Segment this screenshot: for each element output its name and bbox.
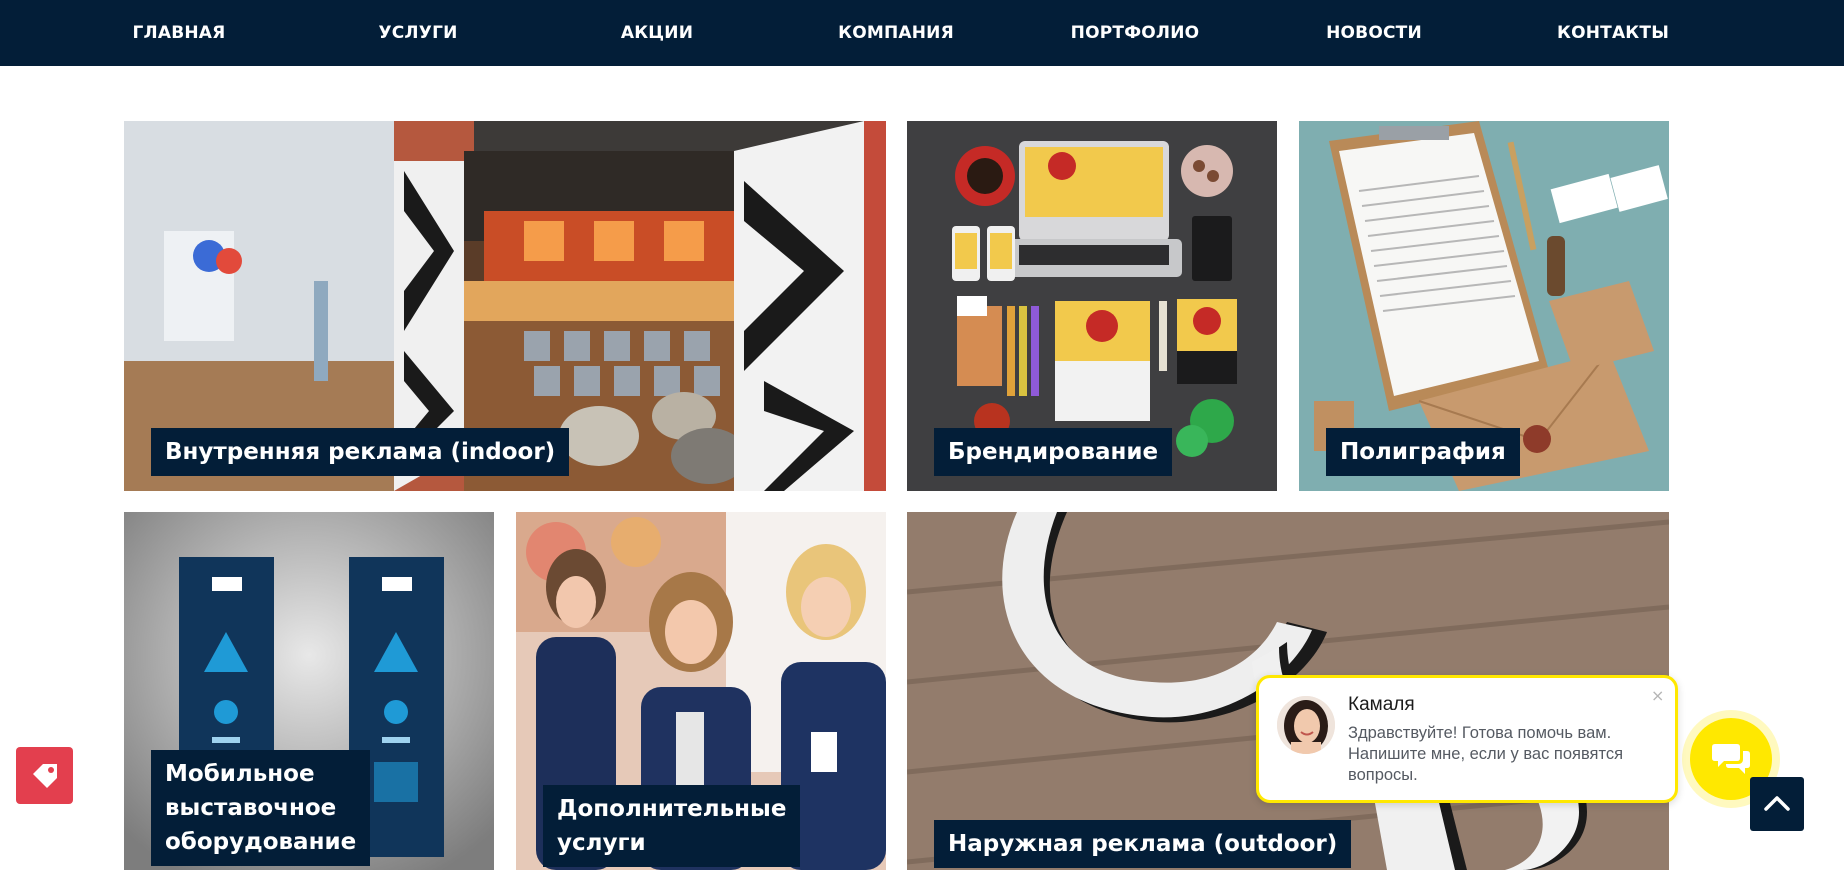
nav-item-contacts[interactable]: КОНТАКТЫ <box>1513 0 1713 66</box>
nav-item-portfolio[interactable]: ПОРТФОЛИО <box>1035 0 1235 66</box>
chevron-up-icon <box>1764 796 1790 811</box>
tag-icon <box>33 764 57 788</box>
operator-avatar <box>1277 696 1335 754</box>
nav-item-news[interactable]: НОВОСТИ <box>1274 0 1474 66</box>
tile-title-line: Мобильное <box>165 761 315 787</box>
chat-popup[interactable]: Камаля Здравствуйте! Готова помочь вам. … <box>1256 675 1678 803</box>
tile-title: Брендирование <box>934 428 1173 476</box>
tile-title-line: выставочное <box>165 795 337 821</box>
tile-title-line: услуги <box>557 830 646 856</box>
tile-title: Дополнительные услуги <box>543 785 801 867</box>
nav-item-home[interactable]: ГЛАВНАЯ <box>79 0 279 66</box>
tile-title: Полиграфия <box>1326 428 1520 476</box>
tile-title: Наружная реклама (outdoor) <box>934 820 1352 868</box>
nav-item-company[interactable]: КОМПАНИЯ <box>796 0 996 66</box>
service-tile-additional[interactable]: Дополнительные услуги <box>516 512 886 870</box>
tile-title: Мобильное выставочное оборудование <box>151 750 371 866</box>
chat-greeting: Здравствуйте! Готова помочь вам. Напишит… <box>1348 724 1624 784</box>
scroll-to-top-button[interactable] <box>1750 777 1804 831</box>
promo-button[interactable] <box>16 747 73 804</box>
nav-item-promotions[interactable]: АКЦИИ <box>557 0 757 66</box>
tile-title: Внутренняя реклама (indoor) <box>151 428 570 476</box>
close-icon[interactable]: × <box>1651 686 1664 705</box>
operator-name: Камаля <box>1348 694 1415 715</box>
tile-title-line: оборудование <box>165 829 357 855</box>
top-navigation: ГЛАВНАЯ УСЛУГИ АКЦИИ КОМПАНИЯ ПОРТФОЛИО … <box>0 0 1844 66</box>
chat-icon <box>1712 744 1750 774</box>
service-tile-printing[interactable]: Полиграфия <box>1299 121 1669 491</box>
service-tile-branding[interactable]: Брендирование <box>907 121 1277 491</box>
service-tile-exhibition[interactable]: Мобильное выставочное оборудование <box>124 512 494 870</box>
tile-title-line: Дополнительные <box>557 796 787 822</box>
service-tile-indoor[interactable]: Внутренняя реклама (indoor) <box>124 121 886 491</box>
nav-item-services[interactable]: УСЛУГИ <box>318 0 518 66</box>
